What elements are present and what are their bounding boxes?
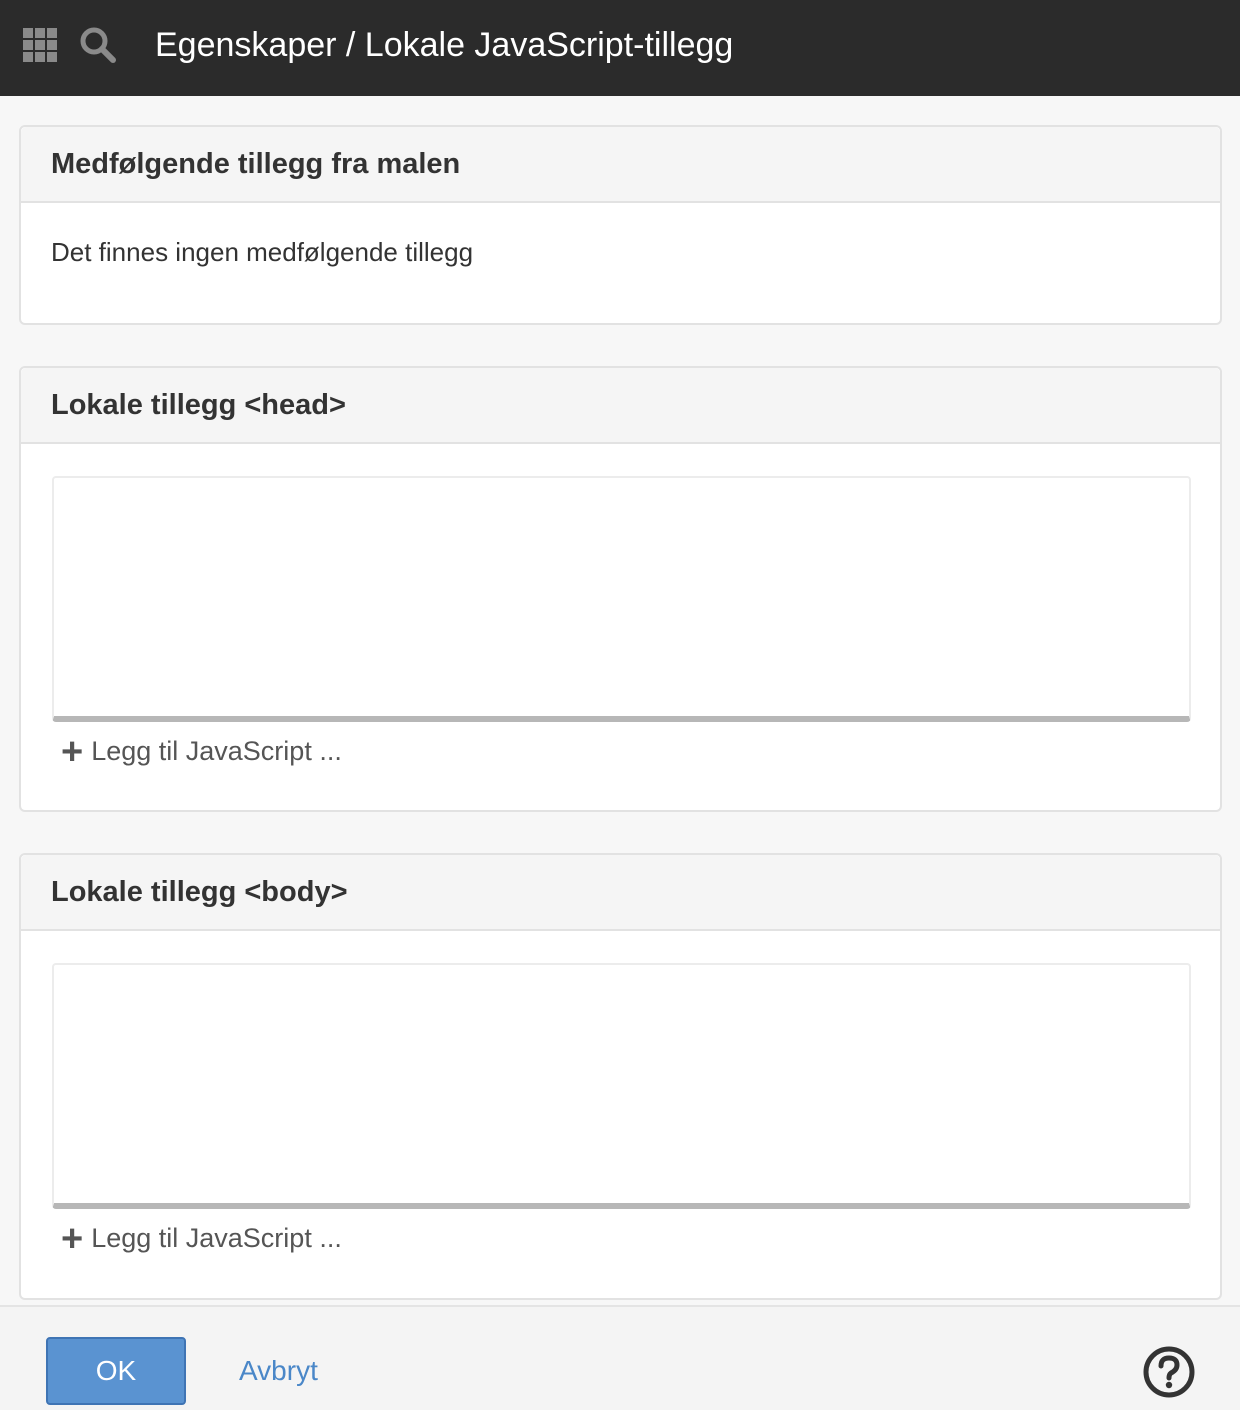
panel-title: Lokale tillegg <head> [51,388,346,421]
apps-grid-icon[interactable] [23,28,57,62]
head-script-list[interactable] [52,476,1191,722]
add-javascript-label: Legg til JavaScript ... [91,1223,342,1253]
panel-title: Lokale tillegg <body> [51,875,348,908]
panel-header: Lokale tillegg <body> [21,855,1220,931]
panel-title: Medfølgende tillegg fra malen [51,147,461,180]
body-script-list[interactable] [52,963,1191,1209]
plus-icon: + [61,730,84,773]
page-title: Egenskaper / Lokale JavaScript-tillegg [155,26,734,64]
plus-icon: + [61,1217,84,1260]
empty-message: Det finnes ingen medfølgende tillegg [51,237,474,267]
top-bar: Egenskaper / Lokale JavaScript-tillegg [0,0,1240,96]
panel-header: Medfølgende tillegg fra malen [21,127,1220,203]
search-icon[interactable] [78,25,118,65]
template-addons-panel: Medfølgende tillegg fra malen Det finnes… [19,125,1222,325]
ok-button[interactable]: OK [46,1337,186,1405]
head-addons-panel: Lokale tillegg <head> + Legg til JavaScr… [19,366,1222,812]
add-javascript-label: Legg til JavaScript ... [91,736,342,766]
add-body-javascript-link[interactable]: + Legg til JavaScript ... [61,1217,342,1260]
help-icon[interactable] [1142,1345,1196,1399]
panel-header: Lokale tillegg <head> [21,368,1220,444]
cancel-link[interactable]: Avbryt [239,1355,318,1387]
dialog-footer: OK Avbryt [0,1305,1240,1410]
body-addons-panel: Lokale tillegg <body> + Legg til JavaScr… [19,853,1222,1300]
add-head-javascript-link[interactable]: + Legg til JavaScript ... [61,730,342,773]
